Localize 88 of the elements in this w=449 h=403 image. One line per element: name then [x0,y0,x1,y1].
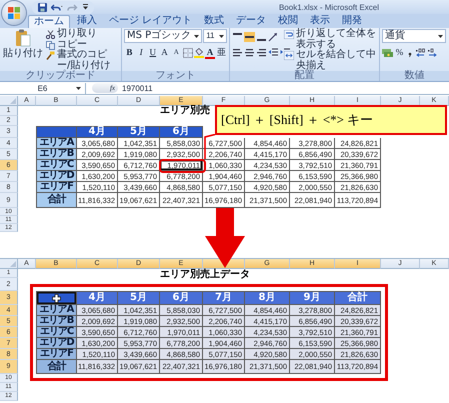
group-label: クリップボード [0,71,121,81]
save-icon[interactable] [38,2,47,12]
ribbon-tab[interactable]: 挿入 [72,15,102,28]
header-cell [36,126,77,138]
ribbon-tab[interactable]: 数式 [199,15,230,28]
row-label: エリアF [36,182,77,193]
caret-icon [194,34,200,38]
row-label: エリアD [36,338,77,349]
number-format-field[interactable]: 通貨 [382,29,446,43]
font-color-button[interactable]: A [204,46,216,58]
horizontal-align-icon[interactable] [232,48,243,58]
column-heading: 4月 [77,291,118,305]
column-heading: 4月 [77,126,118,138]
group-label: 数値 [380,71,449,81]
ribbon-tab[interactable]: ホーム [28,15,70,28]
caret-icon [76,86,81,90]
row-label: エリアC [36,160,77,171]
grow-font-button[interactable]: A [159,46,170,59]
copy-icon [46,40,55,50]
cursor-icon [52,294,61,302]
column-heading: 6月 [160,126,203,138]
group-label: 配置 [230,71,379,81]
paintbrush-icon [46,51,55,60]
row-label: 合計 [36,193,77,208]
ribbon-tab[interactable]: データ [231,15,272,28]
triangle-icon [10,98,16,104]
copy-button[interactable]: コピー [46,40,119,50]
office-button[interactable] [2,1,26,25]
currency-icon[interactable] [382,48,393,58]
wrap-text-button[interactable]: 折り返して全体を表示する [284,29,377,50]
clipboard-icon [15,29,31,47]
row-label: エリアF [36,349,77,360]
ribbon-tab[interactable]: 開発 [337,15,368,28]
highlight-frame [159,159,206,173]
column-heading: 5月 [118,126,160,138]
ribbon-tab[interactable]: 校閲 [273,15,304,28]
logo [8,7,20,19]
borders-icon[interactable] [182,48,193,58]
vertical-align-icon[interactable] [244,32,255,42]
ribbon-tab[interactable]: 表示 [305,15,336,28]
down-arrow [205,208,245,268]
shortcut-callout: [Ctrl] ＋ [Shift] ＋ <*> キー [215,105,447,135]
column-heading: 8月 [245,291,290,305]
text-orientation-icon[interactable] [268,32,279,42]
paste-button[interactable]: 貼り付け [2,29,44,71]
caret-icon [438,34,443,38]
caret-icon [219,34,224,38]
font-name-field[interactable]: MS Pゴシック [124,29,202,43]
undo-icon[interactable] [51,2,63,12]
column-heading: 6月 [160,291,203,305]
decrease-indent-icon[interactable] [268,48,279,58]
phonetic-button[interactable]: 亜 [216,46,228,59]
row-label: エリアA [36,305,77,316]
cut-button[interactable]: 切り取り [46,29,119,40]
increase-decimal-icon[interactable] [415,48,426,58]
format-painter-button[interactable]: 書式のコピー/貼り付け [46,50,119,71]
horizontal-align-icon[interactable] [244,48,255,58]
customize-caret-icon[interactable] [83,4,88,10]
row-label: エリアA [36,138,77,149]
bold-button[interactable]: B [124,46,135,59]
column-heading: 7月 [203,291,245,305]
name-box[interactable]: E6 [0,82,86,94]
column-heading: 5月 [118,291,160,305]
decrease-decimal-icon[interactable] [427,48,438,58]
merge-center-button[interactable]: セルを結合して中央揃え [284,50,377,71]
fill-bucket-icon[interactable] [194,48,204,58]
sheet-title: エリア別売上データ [160,269,251,281]
ribbon-tab[interactable]: ページ レイアウト [104,15,198,28]
row-label: 合計 [36,360,77,374]
row-label: エリアD [36,171,77,182]
row-label: エリアB [36,149,77,160]
row-label: エリアB [36,316,77,327]
group-label: フォント [122,71,229,81]
sheet-title: エリア別売 [160,106,211,116]
formula-input[interactable]: 1970011 [122,84,449,92]
column-heading: 合計 [335,291,381,305]
percent-button[interactable]: % [394,46,405,59]
row-label: エリアC [36,327,77,338]
horizontal-align-icon[interactable] [256,48,267,58]
underline-button[interactable]: U [147,46,158,59]
scissors-icon [46,30,55,39]
window-title: Book1.xlsx - Microsoft Excel [278,2,379,12]
triangle-icon [10,261,16,267]
column-heading: 9月 [290,291,335,305]
font-size-field[interactable]: 11 [203,29,227,43]
italic-button[interactable]: I [136,46,146,59]
merge-cells-icon [284,51,294,60]
wrap-text-icon [284,30,294,39]
